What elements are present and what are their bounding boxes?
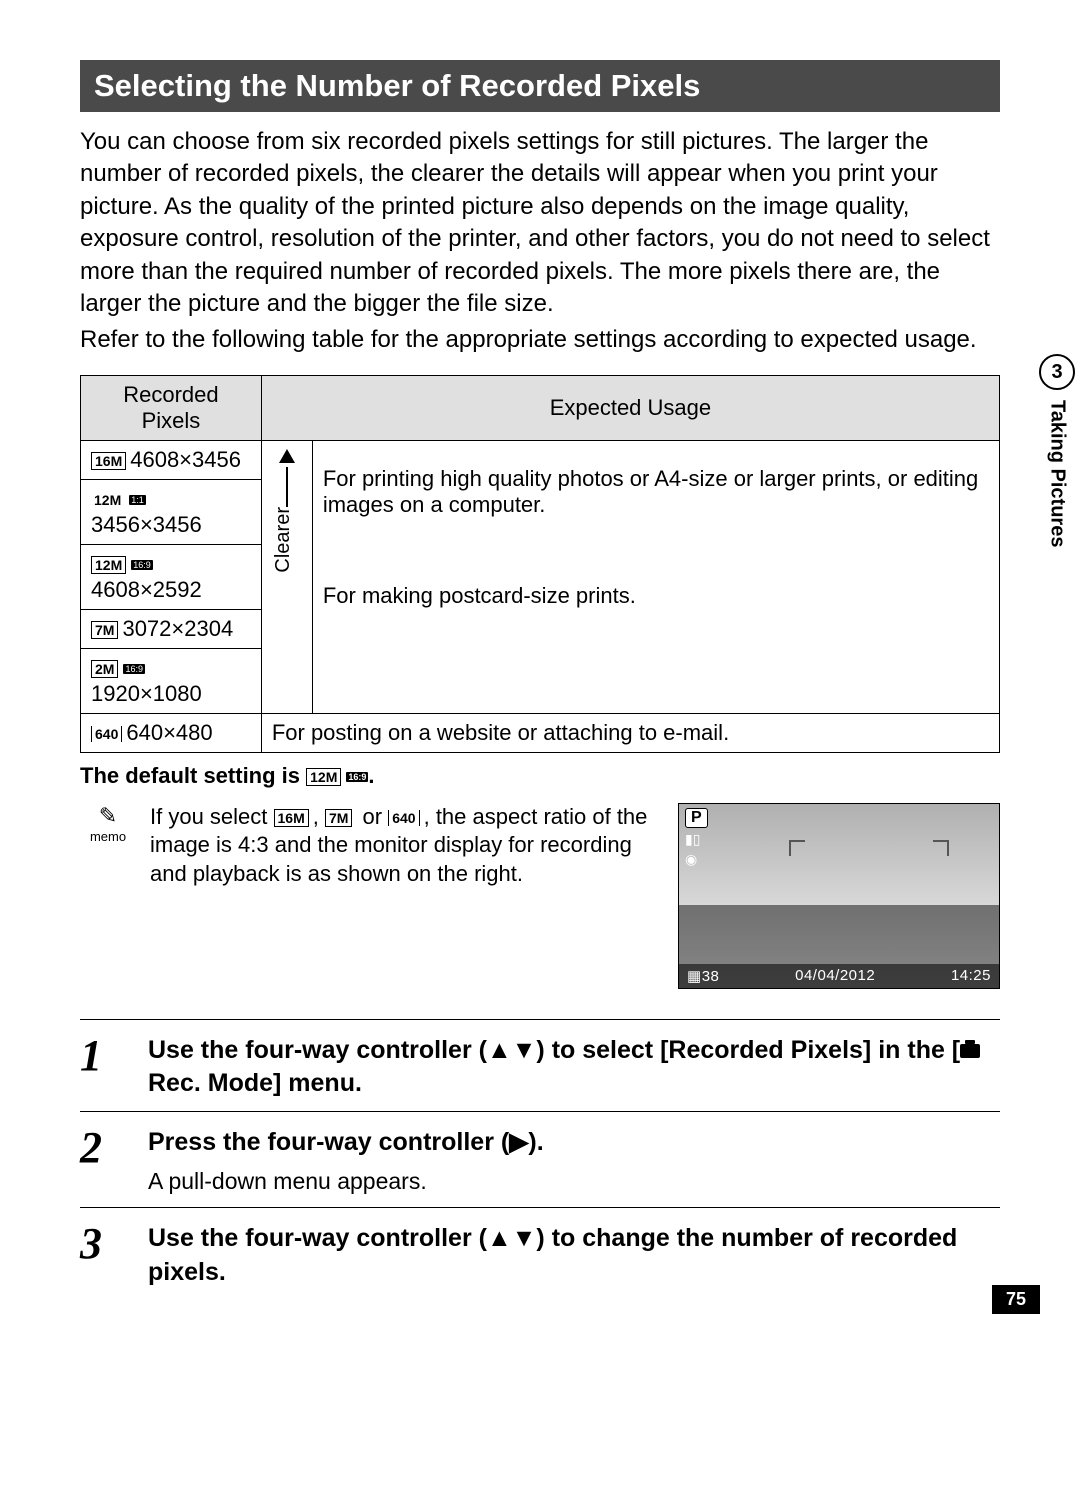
step-item: 2 Press the four-way controller (▶). A p… (80, 1111, 1000, 1207)
step-subtext: A pull-down menu appears. (148, 1166, 544, 1197)
step-item: 1 Use the four-way controller (▲▼) to se… (80, 1019, 1000, 1112)
camera-display-preview: P ▮▯ ◉ ▦38 04/04/2012 14:25 (678, 803, 1000, 989)
clearer-label: Clearer (272, 507, 295, 573)
res-icon: 12M (91, 492, 124, 508)
aspect-icon: 16:9 (346, 772, 368, 782)
resolution-value: 1920×1080 (91, 681, 202, 706)
table-row: 16M4608×3456 Clearer For printing high q… (81, 440, 1000, 479)
camera-icon (960, 1044, 980, 1058)
table-header-pixels: Recorded Pixels (81, 375, 262, 440)
step-number: 3 (80, 1222, 130, 1290)
resolution-value: 3072×2304 (122, 616, 233, 641)
step-text: Use the four-way controller (▲▼) to chan… (148, 1222, 1000, 1290)
usage-mid: For making postcard-size prints. (312, 544, 999, 648)
memo-text: If you select 16M, 7M or 640, the aspect… (150, 803, 664, 989)
step-item: 3 Use the four-way controller (▲▼) to ch… (80, 1207, 1000, 1300)
table-row: 12M16:9 4608×2592 For making postcard-si… (81, 544, 1000, 609)
chapter-number: 3 (1039, 354, 1075, 390)
res-icon: 7M (325, 809, 352, 827)
step-text: Press the four-way controller (▶). A pul… (148, 1126, 544, 1197)
resolution-value: 3456×3456 (91, 512, 202, 537)
res-icon: 16M (91, 452, 126, 470)
table-row: 640640×480 For posting on a website or a… (81, 713, 1000, 752)
res-icon: 12M (91, 556, 126, 574)
face-icon: ◉ (685, 850, 708, 868)
shot-count: 38 (702, 968, 720, 985)
default-setting-note: The default setting is 12M16:9. (80, 763, 1000, 789)
resolution-value: 640×480 (126, 720, 212, 745)
intro-paragraph-1: You can choose from six recorded pixels … (80, 126, 1000, 320)
step-number: 2 (80, 1126, 130, 1197)
res-icon: 2M (91, 660, 118, 678)
time-display: 14:25 (951, 967, 991, 985)
step-text: Use the four-way controller (▲▼) to sele… (148, 1034, 1000, 1102)
step-number: 1 (80, 1034, 130, 1102)
res-icon: 7M (91, 621, 118, 639)
chapter-tab: 3 Taking Pictures (1034, 354, 1080, 547)
date-display: 04/04/2012 (795, 967, 875, 985)
resolution-value: 4608×2592 (91, 577, 202, 602)
battery-icon: ▮▯ (685, 830, 708, 848)
steps-list: 1 Use the four-way controller (▲▼) to se… (80, 1019, 1000, 1300)
usage-top: For printing high quality photos or A4-s… (312, 440, 999, 544)
res-icon: 16M (274, 809, 309, 827)
table-row: 2M 16:9 1920×1080 (81, 648, 1000, 713)
aspect-icon: 16:9 (131, 560, 153, 570)
arrow-up-icon (279, 449, 295, 463)
res-icon: 640 (91, 726, 122, 742)
memo-icon: ✎ memo (80, 803, 136, 989)
resolution-value: 4608×3456 (130, 447, 241, 472)
section-title: Selecting the Number of Recorded Pixels (80, 60, 1000, 112)
aspect-icon: 1:1 (129, 495, 146, 505)
res-icon: 640 (388, 810, 419, 826)
res-icon: 12M (306, 768, 341, 786)
mode-badge: P (685, 808, 708, 828)
card-icon: ▦ (687, 968, 702, 985)
aspect-icon: 16:9 (123, 664, 145, 674)
intro-paragraph-2: Refer to the following table for the app… (80, 324, 1000, 356)
usage-bot: For posting on a website or attaching to… (261, 713, 999, 752)
chapter-label: Taking Pictures (1046, 400, 1069, 547)
page-number: 75 (992, 1285, 1040, 1314)
table-header-usage: Expected Usage (261, 375, 999, 440)
recorded-pixels-table: Recorded Pixels Expected Usage 16M4608×3… (80, 375, 1000, 753)
